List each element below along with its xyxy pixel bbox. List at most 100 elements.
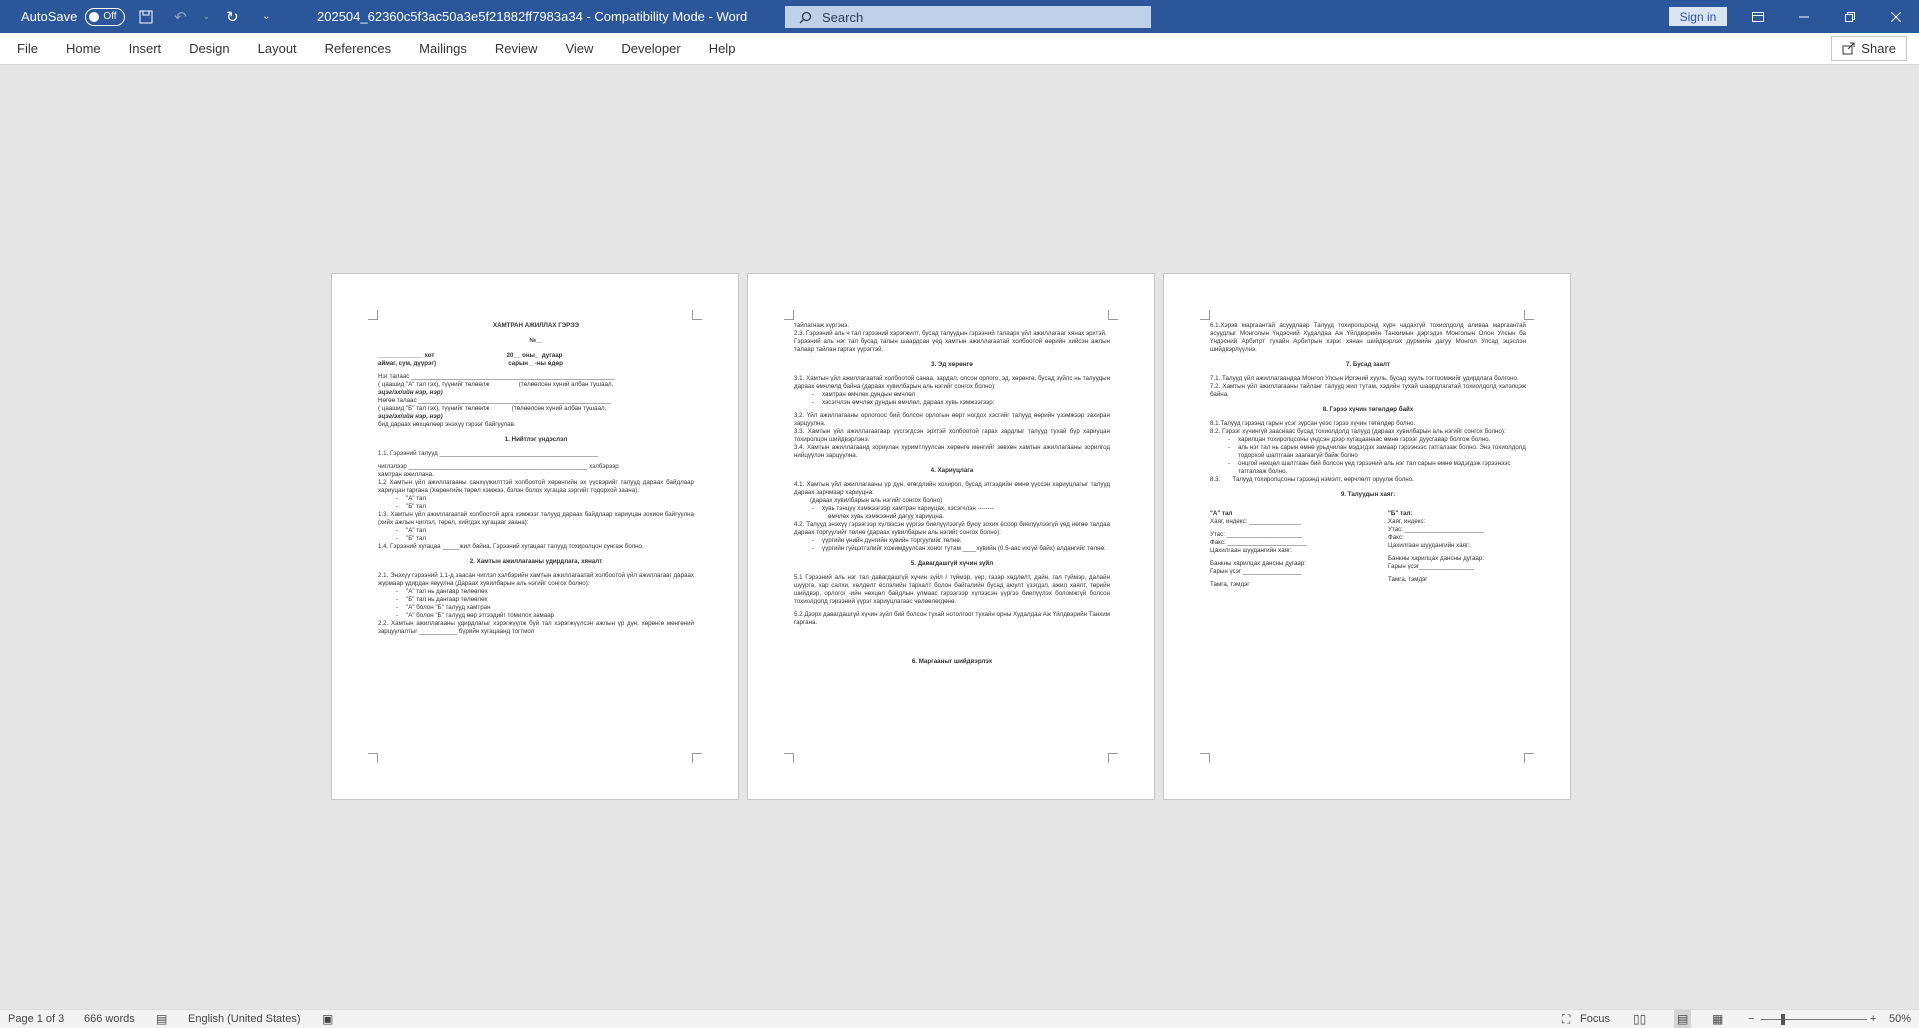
crop-mark: [1524, 310, 1534, 320]
autosave-label: AutoSave: [21, 9, 78, 24]
section-heading: 7. Бусад заалт: [1346, 361, 1390, 368]
text-line: Нэг талаас _____________________________…: [378, 373, 615, 380]
tab-mailings[interactable]: Mailings: [405, 33, 481, 65]
text-line: 3.4. Хамтын ажиллагаанд зориулан хуримтл…: [794, 444, 1110, 459]
autosave-state: Off: [103, 11, 117, 22]
sign-in-button[interactable]: Sign in: [1669, 7, 1727, 26]
tab-developer[interactable]: Developer: [607, 33, 694, 65]
text-line: Гэрээний аль нэг тал бусад талын шаардса…: [794, 338, 1110, 353]
tab-view[interactable]: View: [551, 33, 607, 65]
section-heading: 6. Маргааныг шийдвэрлэх: [911, 658, 993, 665]
read-mode-icon[interactable]: ▯▯: [1633, 1010, 1646, 1028]
page-3[interactable]: 6.1.Хэрэв маргаантай асуудлаар Талууд то…: [1163, 273, 1571, 800]
text-line: 8.2. Гэрээг хүчингүй зааснаас бусад тохи…: [1210, 428, 1506, 435]
web-layout-icon[interactable]: ▦: [1712, 1010, 1723, 1028]
text-line: Нөгөө талаас ___________________________…: [378, 397, 611, 404]
text-line: 1.3. Хамтын үйл ажиллагаатай холбоотой а…: [378, 511, 694, 526]
document-canvas[interactable]: ХАМТРАН АЖИЛЛАХ ГЭРЭЭ №__ _____________ …: [0, 66, 1919, 1009]
list-item: "А" болон "Б" талууд өөр этгээдийг томил…: [378, 612, 694, 620]
proofing-icon[interactable]: ▤: [156, 1010, 167, 1028]
text-line: чиглэлээр ______________________________…: [378, 463, 619, 470]
list-item: "А" тал: [378, 527, 694, 535]
focus-button[interactable]: Focus: [1580, 1010, 1610, 1028]
addresses-block: "А" тал Хаяг, индекс: _______________ Ут…: [1210, 510, 1526, 589]
text-line: эцэг/эх/ийн нэр, нэр): [378, 413, 443, 420]
text-line: _____________ хот 20__ оны_ дугаар: [378, 352, 563, 359]
zoom-slider[interactable]: [1761, 1019, 1867, 1020]
redo-icon[interactable]: ↻: [219, 4, 245, 30]
text-line: Банкны харилцах дансны дугаар:: [1210, 560, 1306, 567]
section-heading: 4. Хариуцлага: [930, 467, 974, 474]
chevron-down-icon[interactable]: ⌄: [201, 4, 211, 30]
text-line: хамтран ажиллана.: [378, 471, 434, 478]
close-icon[interactable]: [1873, 0, 1919, 33]
list-item: үүргийн үнийн дүнгийн хувийн торгуулийг …: [794, 537, 1110, 545]
restore-icon[interactable]: [1827, 0, 1873, 33]
text-line: (дараах хувилбарын аль нэгийг сонгох бол…: [810, 497, 943, 504]
text-line: Факс: _______________________: [1210, 539, 1307, 546]
language-indicator[interactable]: English (United States): [188, 1010, 301, 1028]
minimize-icon[interactable]: [1781, 0, 1827, 33]
list-item: "А" тал нь дангаар төлөөлөх: [378, 588, 694, 596]
text-line: ( цаашид "Б" тал гэх), түүнийг төлөөлж (…: [378, 405, 607, 412]
list-item: хэсэгчлэн өмчлөх дундын өмчлөл, дараах х…: [794, 399, 1110, 407]
print-layout-icon[interactable]: ▤: [1674, 1010, 1692, 1028]
search-icon: [799, 11, 812, 23]
text-line: 5.2 Дээрх давагдашгүй хүчин зүйл бий бол…: [794, 611, 1110, 626]
page-1[interactable]: ХАМТРАН АЖИЛЛАХ ГЭРЭЭ №__ _____________ …: [331, 273, 739, 800]
zoom-in-icon[interactable]: +: [1870, 1010, 1876, 1028]
zoom-out-icon[interactable]: −: [1748, 1010, 1754, 1028]
tab-references[interactable]: References: [311, 33, 405, 65]
ribbon-tabs: File Home Insert Design Layout Reference…: [0, 33, 1919, 65]
text-line: 2.2. Хамтын ажиллагааны удирдлагыг хэрэг…: [378, 620, 694, 635]
accessibility-icon[interactable]: ▣: [322, 1010, 333, 1028]
party-b-heading: "Б" тал:: [1388, 510, 1413, 517]
page-1-body: ХАМТРАН АЖИЛЛАХ ГЭРЭЭ №__ _____________ …: [378, 322, 694, 636]
tab-help[interactable]: Help: [695, 33, 750, 65]
text-line: Хаяг, индекс:: [1388, 518, 1426, 525]
crop-mark: [368, 753, 378, 763]
customize-toolbar-icon[interactable]: ⌄: [253, 4, 279, 30]
tab-home[interactable]: Home: [52, 33, 115, 65]
tab-review[interactable]: Review: [481, 33, 552, 65]
share-button[interactable]: Share: [1831, 36, 1907, 61]
text-line: 3.1. Хамтын үйл ажиллагаатай холбоотой с…: [794, 375, 1110, 390]
text-line: 7.1. Талууд үйл ажиллагаандаа Монгол Улс…: [1210, 375, 1519, 382]
crop-mark: [1524, 753, 1534, 763]
autosave-toggle[interactable]: Off: [85, 7, 126, 26]
text-line: эцэг/эх/ийн нэр, нэр): [378, 389, 443, 396]
text-line: өмчлөх хувь хэмжээний дагуу хариуцна.: [828, 513, 945, 520]
save-icon[interactable]: [133, 4, 159, 30]
tab-design[interactable]: Design: [175, 33, 243, 65]
zoom-level[interactable]: 50%: [1889, 1010, 1911, 1028]
list-item: "А" болон "Б" талууд хамтран: [378, 604, 694, 612]
page-count[interactable]: Page 1 of 3: [8, 1010, 64, 1028]
share-icon: [1842, 42, 1855, 55]
tab-file[interactable]: File: [0, 33, 52, 65]
text-line: ( цаашид "А" тал гэх), түүнийг төлөөлж (…: [378, 381, 614, 388]
word-count[interactable]: 666 words: [84, 1010, 135, 1028]
text-line: 8.1.Талууд гэрээнд гарын үсэг зурсан үеэ…: [1210, 420, 1416, 427]
crop-mark: [692, 310, 702, 320]
text-line: 7.2. Хамтын үйл ажиллагааны тайланг талу…: [1210, 383, 1526, 398]
section-heading: 3. Эд хөрөнгө: [931, 361, 973, 368]
text-line: Хаяг, индекс: _______________: [1210, 518, 1301, 525]
text-line: 5.1 Гэрээний аль нэг тал давагдашгүй хүч…: [794, 574, 1110, 605]
tab-layout[interactable]: Layout: [244, 33, 311, 65]
tab-insert[interactable]: Insert: [115, 33, 176, 65]
text-line: Тамга, тэмдэг: [1388, 576, 1428, 583]
list-item: аль нэг тал нь сарын өмнө урьдчилан мэдэ…: [1210, 444, 1526, 460]
text-line: Банкны харилцах дансны дугаар:: [1388, 555, 1484, 562]
ribbon-display-options-icon[interactable]: [1735, 0, 1781, 33]
zoom-slider-thumb[interactable]: [1781, 1014, 1785, 1025]
focus-icon[interactable]: ⛶: [1562, 1010, 1570, 1028]
search-input[interactable]: Search: [785, 6, 1151, 28]
section-heading: 8. Гэрээ хүчин төгөлдөр байх: [1322, 406, 1414, 413]
list-item: үүргийн гүйцэтгэлийг хожимдуулсан хоног …: [794, 545, 1110, 553]
list-item: "А" тал: [378, 495, 694, 503]
crop-mark: [692, 753, 702, 763]
undo-icon[interactable]: ↶: [167, 4, 193, 30]
section-heading: 1. Нийтлэг үндэслэл: [504, 436, 568, 443]
list-item: онцгой нөхцөл шалтгаан бий болсон үед гэ…: [1210, 460, 1526, 476]
page-2[interactable]: тайлагнаж хүргэнэ. 2.3. Гэрээний аль ч т…: [747, 273, 1155, 800]
